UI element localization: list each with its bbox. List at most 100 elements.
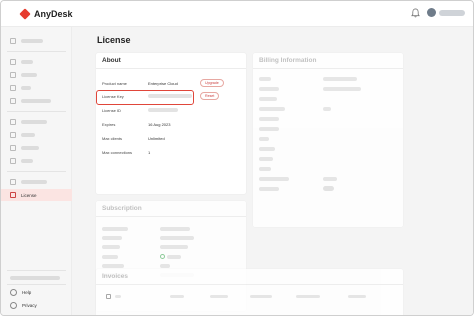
billing-field-redacted <box>259 107 285 111</box>
sidebar-item-7[interactable] <box>1 142 72 154</box>
sidebar-item-redacted-label <box>21 120 47 124</box>
row-label: License ID <box>102 107 121 113</box>
row-value: Enterprise Cloud <box>148 80 178 86</box>
card-divider <box>96 284 403 285</box>
billing-card: Billing Information <box>253 53 403 227</box>
anydesk-logo[interactable]: AnyDesk <box>19 8 73 20</box>
billing-field-redacted <box>259 167 271 171</box>
subscription-field-redacted <box>102 227 128 231</box>
billing-value-redacted <box>323 177 337 181</box>
top-bar: AnyDesk <box>1 1 473 27</box>
sidebar-divider <box>7 270 66 271</box>
invoice-column-header <box>296 295 320 298</box>
invoice-column-header <box>115 295 121 298</box>
subscription-value-redacted <box>160 245 188 249</box>
subscription-status <box>160 254 181 259</box>
sidebar-item-redacted-label <box>21 39 43 43</box>
billing-field-redacted <box>259 127 279 131</box>
billing-value-redacted <box>323 87 361 91</box>
page-title: License <box>97 35 131 45</box>
select-all-checkbox[interactable] <box>106 294 111 299</box>
address-book-icon <box>10 98 16 104</box>
sidebar-item-redacted-label <box>21 86 31 90</box>
privacy-link[interactable]: Privacy <box>1 300 72 311</box>
sidebar-item-3[interactable] <box>1 82 72 94</box>
user-icon <box>10 59 16 65</box>
sidebar-item-license[interactable]: License <box>1 189 72 201</box>
billing-field-redacted <box>259 187 279 191</box>
status-text-redacted <box>167 254 181 259</box>
anydesk-logo-icon <box>19 8 31 20</box>
card-divider <box>96 216 246 217</box>
billing-field-redacted <box>259 177 289 181</box>
sidebar-item-redacted-label <box>21 99 51 103</box>
user-name-redacted <box>439 9 465 16</box>
subscription-value-redacted <box>160 264 170 268</box>
sidebar-item-1[interactable] <box>1 56 72 68</box>
sidebar-item-4[interactable] <box>1 95 72 107</box>
sidebar-item-2[interactable] <box>1 69 72 81</box>
subscription-field-redacted <box>102 264 124 268</box>
reset-button[interactable]: Reset <box>200 92 220 100</box>
billing-field-redacted <box>259 157 273 161</box>
sidebar-divider <box>7 284 66 285</box>
user-menu[interactable] <box>427 8 465 17</box>
billing-field-redacted <box>259 147 275 151</box>
sidebar-divider <box>7 111 66 112</box>
privacy-icon <box>10 302 17 309</box>
sidebar-item-redacted-label <box>21 146 39 150</box>
sidebar-item-redacted-label <box>21 73 37 77</box>
invoice-column-header <box>250 295 272 298</box>
settings-icon <box>10 145 16 151</box>
account-name-redacted <box>10 276 60 280</box>
sidebar-item-5[interactable] <box>1 116 72 128</box>
sidebar-item-redacted-label <box>21 60 33 64</box>
sidebar-divider <box>7 171 66 172</box>
help-label: Help <box>22 290 32 295</box>
subscription-value-redacted <box>160 236 194 240</box>
row-label: Max connections <box>102 149 133 155</box>
invoice-column-header <box>170 295 184 298</box>
billing-field-redacted <box>259 77 271 81</box>
sidebar-item-redacted-label <box>21 180 47 184</box>
invoice-column-header <box>348 295 366 298</box>
sidebar-item-8[interactable] <box>1 155 72 167</box>
privacy-label: Privacy <box>22 303 37 308</box>
about-card: About Product name Enterprise Cloud Upgr… <box>96 53 246 194</box>
organization-icon <box>10 179 16 185</box>
billing-value-redacted <box>323 107 331 111</box>
row-value: 16 Aug 2023 <box>148 121 171 127</box>
billing-title: Billing Information <box>259 57 317 64</box>
sidebar-item-9[interactable] <box>1 176 72 188</box>
billing-field-redacted <box>259 87 279 91</box>
about-title: About <box>102 57 121 64</box>
avatar <box>427 8 436 17</box>
sidebar-item-6[interactable] <box>1 129 72 141</box>
license-icon <box>10 192 16 198</box>
invoices-card: Invoices <box>96 269 403 315</box>
help-icon <box>10 289 17 296</box>
billing-toggle[interactable] <box>323 186 334 191</box>
app-window: AnyDesk License Help Privacy License Abo… <box>0 0 474 316</box>
list-icon <box>10 158 16 164</box>
billing-value-redacted <box>323 77 357 81</box>
help-link[interactable]: Help <box>1 287 72 298</box>
sidebar-item-dashboard[interactable] <box>1 35 72 47</box>
sidebar: License Help Privacy <box>1 27 72 315</box>
row-label: Max clients <box>102 135 123 141</box>
session-icon <box>10 119 16 125</box>
chart-icon <box>10 132 16 138</box>
billing-field-redacted <box>259 97 277 101</box>
subscription-field-redacted <box>102 236 122 240</box>
status-dot-icon <box>160 254 165 259</box>
card-divider <box>253 68 403 69</box>
subscription-value-redacted <box>160 227 190 231</box>
bell-icon[interactable] <box>411 8 420 18</box>
row-label: Product name <box>102 80 127 86</box>
license-key-highlight <box>96 90 194 105</box>
sidebar-item-label: License <box>21 192 37 198</box>
license-id-redacted <box>148 108 178 112</box>
subscription-title: Subscription <box>102 205 142 212</box>
upgrade-button[interactable]: Upgrade <box>200 79 224 87</box>
row-label: Expires <box>102 121 116 127</box>
